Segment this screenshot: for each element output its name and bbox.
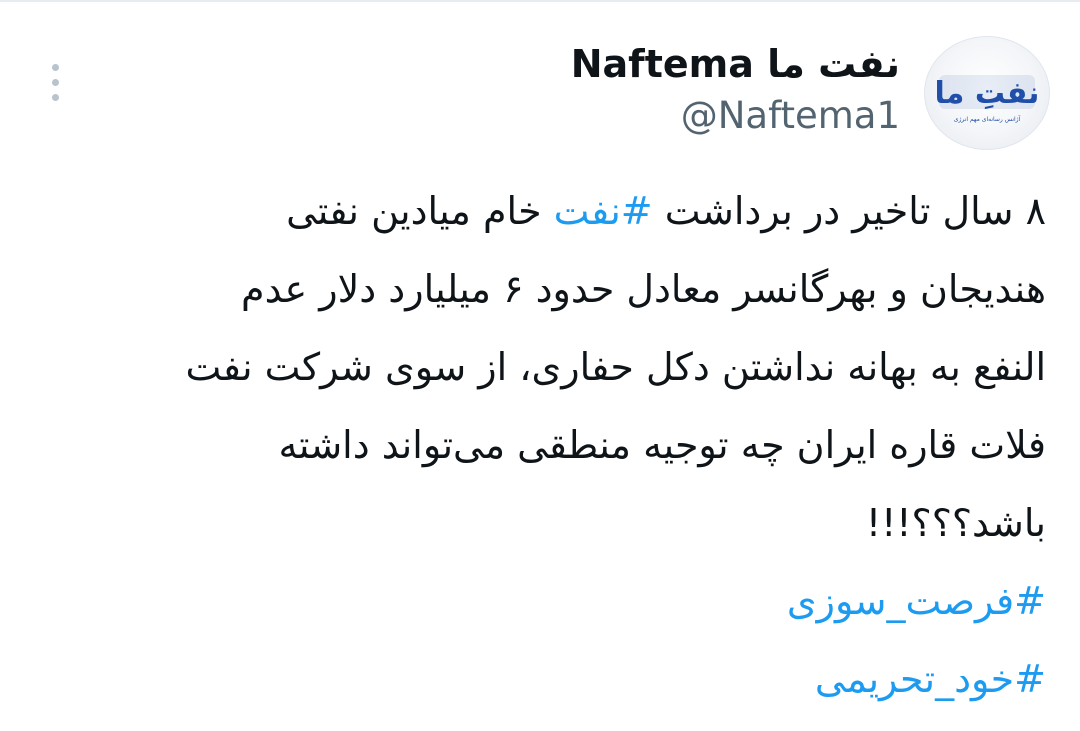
avatar-logo-text: نفتِ ما: [935, 76, 1040, 111]
more-options-button[interactable]: [40, 60, 70, 104]
hashtag-link[interactable]: #خود_تحریمی: [66, 640, 1046, 718]
naftema-logo-icon: نفتِ ما آژانس رسانه‌ای مهم انرژی: [935, 75, 1040, 123]
tweet-card[interactable]: نفتِ ما آژانس رسانه‌ای مهم انرژی نفت ما …: [0, 0, 1080, 731]
tweet-line-1: ۸ سال تاخیر در برداشت #نفت خام میادین نف…: [66, 172, 1046, 250]
tweet-line-3: النفع به بهانه نداشتن دکل حفاری، از سوی …: [185, 345, 1046, 389]
vertical-ellipsis-icon: [51, 63, 59, 71]
avatar-subtitle: آژانس رسانه‌ای مهم انرژی: [954, 114, 1021, 123]
hashtag-link[interactable]: #نفت: [554, 189, 653, 233]
vertical-ellipsis-icon-dot: [51, 78, 59, 86]
tweet-line-1-start: ۸ سال تاخیر در برداشت: [652, 189, 1046, 233]
tweet-line-1-end: خام میادین نفتی: [286, 189, 554, 233]
vertical-ellipsis-icon-dot: [51, 93, 59, 101]
author-display-name[interactable]: نفت ما Naftema: [571, 42, 900, 86]
author-handle[interactable]: @Naftema1: [681, 94, 900, 137]
tweet-line-5: باشد؟؟؟!!!: [865, 501, 1046, 545]
tweet-text: ۸ سال تاخیر در برداشت #نفت خام میادین نف…: [66, 172, 1046, 718]
hashtag-link[interactable]: #فرصت_سوزی: [66, 562, 1046, 640]
tweet-line-2: هندیجان و بهرگانسر معادل حدود ۶ میلیارد …: [241, 267, 1046, 311]
tweet-line-4: فلات قاره ایران چه توجیه منطقی می‌تواند …: [278, 423, 1047, 467]
avatar[interactable]: نفتِ ما آژانس رسانه‌ای مهم انرژی: [924, 36, 1050, 150]
